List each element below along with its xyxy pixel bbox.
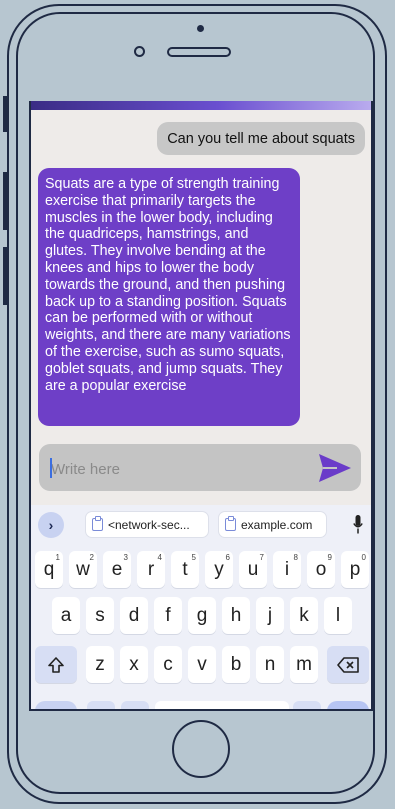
key-d[interactable]: d bbox=[120, 597, 148, 634]
key-b[interactable]: b bbox=[222, 646, 250, 683]
key-t[interactable]: t5 bbox=[171, 551, 199, 588]
key-q[interactable]: q1 bbox=[35, 551, 63, 588]
key-z[interactable]: z bbox=[86, 646, 114, 683]
clipboard-icon bbox=[225, 516, 236, 531]
key-f[interactable]: f bbox=[154, 597, 182, 634]
key-x[interactable]: x bbox=[120, 646, 148, 683]
key-k[interactable]: k bbox=[290, 597, 318, 634]
suggestion-text: <network-sec... bbox=[108, 517, 190, 532]
key-e[interactable]: e3 bbox=[103, 551, 131, 588]
key-a[interactable]: a bbox=[52, 597, 80, 634]
enter-key[interactable] bbox=[327, 701, 369, 709]
space-key[interactable] bbox=[155, 701, 289, 709]
key-i[interactable]: i8 bbox=[273, 551, 301, 588]
app-screen: Can you tell me about squats Squats are … bbox=[29, 101, 373, 711]
key-m[interactable]: m bbox=[290, 646, 318, 683]
key-v[interactable]: v bbox=[188, 646, 216, 683]
backspace-key[interactable] bbox=[327, 646, 369, 683]
message-composer bbox=[39, 444, 361, 491]
silent-switch bbox=[3, 96, 7, 132]
key-h[interactable]: h bbox=[222, 597, 250, 634]
front-sensor bbox=[197, 25, 204, 32]
key-o[interactable]: o9 bbox=[307, 551, 335, 588]
user-message-text: Can you tell me about squats bbox=[167, 130, 355, 147]
send-icon[interactable] bbox=[317, 452, 353, 484]
key-u[interactable]: u7 bbox=[239, 551, 267, 588]
bot-message-text: Squats are a type of strength training e… bbox=[45, 176, 291, 394]
key-s[interactable]: s bbox=[86, 597, 114, 634]
earpiece-speaker bbox=[167, 47, 231, 57]
key-n[interactable]: n bbox=[256, 646, 284, 683]
backspace-icon bbox=[337, 656, 359, 673]
clipboard-suggestion-chip[interactable]: example.com bbox=[218, 511, 327, 538]
microphone-icon[interactable] bbox=[353, 515, 363, 534]
comma-key[interactable] bbox=[121, 701, 149, 709]
key-y[interactable]: y6 bbox=[205, 551, 233, 588]
symbols-key[interactable] bbox=[35, 701, 77, 709]
bot-message-bubble: Squats are a type of strength training e… bbox=[38, 168, 300, 426]
volume-up-button bbox=[3, 172, 7, 230]
key-l[interactable]: l bbox=[324, 597, 352, 634]
key-c[interactable]: c bbox=[154, 646, 182, 683]
suggestion-text: example.com bbox=[241, 517, 313, 532]
app-header-bar bbox=[31, 101, 371, 110]
home-button[interactable] bbox=[172, 720, 230, 778]
expand-toolbar-button[interactable]: › bbox=[38, 512, 64, 538]
suggestion-bar: › <network-sec... example.com bbox=[31, 505, 371, 545]
user-message-bubble: Can you tell me about squats bbox=[157, 122, 365, 155]
key-j[interactable]: j bbox=[256, 597, 284, 634]
key-r[interactable]: r4 bbox=[137, 551, 165, 588]
on-screen-keyboard: › <network-sec... example.com q1 w2 e3 r… bbox=[31, 505, 371, 709]
shift-icon bbox=[48, 656, 64, 673]
key-w[interactable]: w2 bbox=[69, 551, 97, 588]
key-p[interactable]: p0 bbox=[341, 551, 369, 588]
clipboard-suggestion-chip[interactable]: <network-sec... bbox=[85, 511, 209, 538]
shift-key[interactable] bbox=[35, 646, 77, 683]
emoji-key[interactable] bbox=[87, 701, 115, 709]
text-cursor bbox=[50, 458, 52, 478]
front-camera bbox=[134, 46, 145, 57]
chevron-right-icon: › bbox=[48, 517, 54, 533]
message-input[interactable] bbox=[49, 456, 303, 482]
volume-down-button bbox=[3, 247, 7, 305]
period-key[interactable] bbox=[293, 701, 321, 709]
key-g[interactable]: g bbox=[188, 597, 216, 634]
clipboard-icon bbox=[92, 516, 103, 531]
